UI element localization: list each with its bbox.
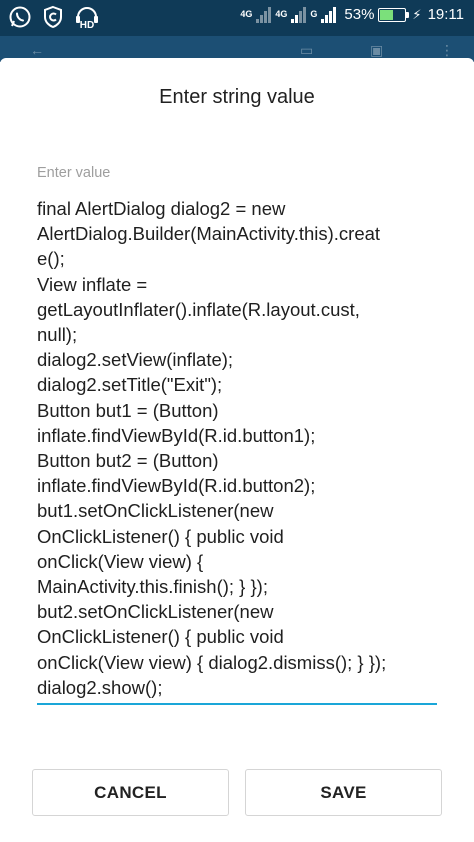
value-text-line: null); xyxy=(37,324,78,346)
value-text-line: dialog2.setView(inflate); xyxy=(37,349,234,371)
vpn-shield-icon xyxy=(42,5,64,33)
whatsapp-icon xyxy=(8,5,32,33)
save-button[interactable]: SAVE xyxy=(245,769,442,816)
value-text-line: but2.setOnClickListener(new xyxy=(37,601,274,623)
signal-strength-icon-3 xyxy=(321,6,337,23)
more-options-icon: ⋮ xyxy=(440,42,454,58)
status-bar-right: 4G 4G G 53% ⚡ 19:11 xyxy=(240,6,464,23)
value-text-line: dialog2.show(); xyxy=(37,676,163,698)
string-value-dialog: Enter string value Enter value final Ale… xyxy=(0,58,474,842)
status-bar: HD 4G 4G G 53% ⚡ 19:11 xyxy=(0,0,474,36)
back-arrow-icon: ← xyxy=(30,42,44,58)
value-text-line: getLayoutInflater().inflate(R.layout.cus… xyxy=(37,298,360,320)
copy-icon: ▭ xyxy=(300,42,314,58)
value-field-hint: Enter value xyxy=(37,165,111,181)
dialog-title: Enter string value xyxy=(159,86,315,108)
value-text-line: Button but2 = (Button) xyxy=(37,450,219,472)
status-bar-left-icons: HD xyxy=(8,4,100,34)
signal-strength-icon-2 xyxy=(291,6,307,23)
value-text-line: final AlertDialog dialog2 = new xyxy=(37,198,286,219)
value-text-line: but1.setOnClickListener(new xyxy=(37,500,274,522)
network-type-label-1: 4G xyxy=(240,9,253,19)
clipboard-icon: ▣ xyxy=(370,42,384,58)
value-input[interactable]: final AlertDialog dialog2 = new AlertDial… xyxy=(37,196,437,706)
value-text-line: inflate.findViewById(R.id.button1); xyxy=(37,424,316,446)
value-text-line: OnClickListener() { public void xyxy=(37,626,284,648)
value-text-line: OnClickListener() { public void xyxy=(37,525,284,547)
hd-text: HD xyxy=(80,20,94,30)
signal-strength-icon-1 xyxy=(256,6,272,23)
value-text-line: onClick(View view) { dialog2.dismiss(); … xyxy=(37,651,387,673)
value-text-line: MainActivity.this.finish(); } }); xyxy=(37,576,268,598)
battery-fill xyxy=(380,9,394,20)
cancel-button[interactable]: CANCEL xyxy=(32,769,229,816)
value-text-line: View inflate = xyxy=(37,273,148,295)
value-text-line: Button but1 = (Button) xyxy=(37,399,219,421)
value-text-line: AlertDialog.Builder(MainActivity.this).c… xyxy=(37,223,381,245)
value-text-line: e(); xyxy=(37,248,65,270)
charging-bolt-icon: ⚡ xyxy=(412,6,422,22)
hd-voice-icon: HD xyxy=(74,4,100,34)
value-text-line: dialog2.setTitle("Exit"); xyxy=(37,374,223,396)
value-text-line: inflate.findViewById(R.id.button2); xyxy=(37,475,316,497)
battery-percent: 53% xyxy=(344,6,375,23)
network-type-label-2: 4G xyxy=(275,9,288,19)
value-text-line: onClick(View view) { xyxy=(37,550,204,572)
battery-icon xyxy=(378,7,410,22)
clock: 19:11 xyxy=(427,6,464,23)
network-type-label-3: G xyxy=(310,9,318,19)
